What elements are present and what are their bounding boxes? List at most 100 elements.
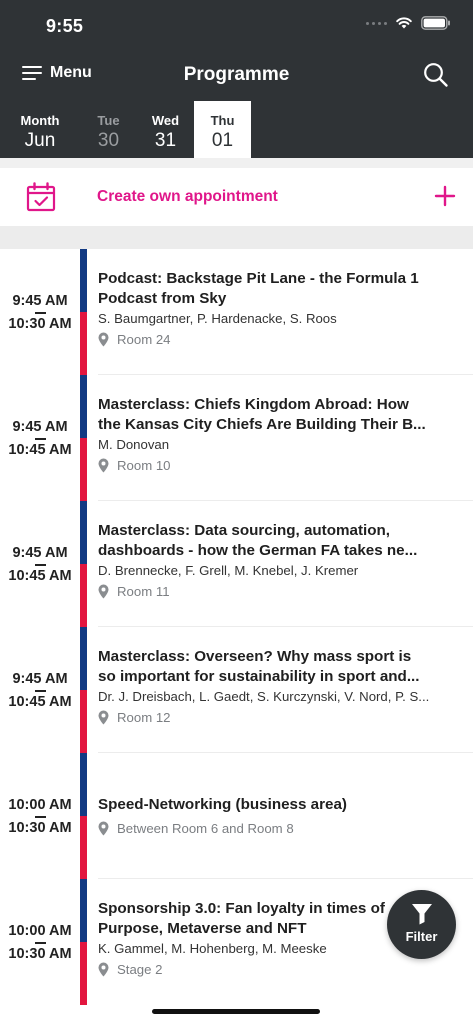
- time-separator: [34, 437, 46, 440]
- session-room: Between Room 6 and Room 8: [98, 821, 461, 836]
- start-time: 9:45 AM: [12, 292, 68, 309]
- room-label: Room 12: [117, 710, 171, 725]
- session-title: Podcast: Backstage Pit Lane - the Formul…: [98, 270, 419, 287]
- date-tabs: Month Jun Tue 30 Wed 31 Thu 01: [0, 101, 251, 158]
- session-color-bar: [80, 501, 87, 627]
- session-time: 10:00 AM 10:30 AM: [0, 753, 80, 879]
- session-color-bar: [80, 375, 87, 501]
- session-title: Masterclass: Chiefs Kingdom Abroad: How: [98, 396, 409, 413]
- tab-tue-date: 30: [97, 130, 120, 151]
- session-color-bar: [80, 753, 87, 879]
- tab-thu-date: 01: [211, 130, 234, 151]
- session-color-bar: [80, 249, 87, 375]
- session-room: Stage 2: [98, 962, 461, 977]
- divider-band: [0, 158, 473, 168]
- session-item[interactable]: 9:45 AM 10:45 AM Masterclass: Overseen? …: [0, 627, 473, 753]
- tab-month[interactable]: Month Jun: [0, 101, 80, 158]
- room-label: Room 24: [117, 332, 171, 347]
- wifi-icon: [396, 17, 412, 29]
- time-separator: [34, 815, 46, 818]
- tab-thu-day: Thu: [210, 113, 235, 128]
- start-time: 10:00 AM: [8, 922, 72, 939]
- funnel-icon: [411, 904, 432, 925]
- start-time: 9:45 AM: [12, 418, 68, 435]
- time-separator: [34, 689, 46, 692]
- room-label: Between Room 6 and Room 8: [117, 820, 294, 836]
- session-speakers: D. Brennecke, F. Grell, M. Knebel, J. Kr…: [98, 563, 359, 578]
- signal-icon: [366, 21, 387, 25]
- location-pin-icon: [98, 458, 109, 473]
- time-separator: [34, 941, 46, 944]
- session-speakers: M. Donovan: [98, 437, 170, 452]
- session-time: 9:45 AM 10:45 AM: [0, 627, 80, 753]
- status-icons: [366, 16, 451, 30]
- end-time: 10:30 AM: [8, 315, 72, 332]
- tab-month-label: Month: [20, 113, 60, 128]
- status-time: 9:55: [46, 16, 84, 36]
- tab-wed[interactable]: Wed 31: [137, 101, 194, 158]
- time-separator: [34, 311, 46, 314]
- session-title: Speed-Networking (business area): [98, 796, 347, 813]
- session-time: 10:00 AM 10:30 AM: [0, 879, 80, 1005]
- end-time: 10:30 AM: [8, 945, 72, 962]
- filter-label: Filter: [405, 929, 438, 944]
- session-room: Room 12: [98, 710, 461, 725]
- tab-wed-day: Wed: [151, 113, 180, 128]
- session-speakers: Dr. J. Dreisbach, L. Gaedt, S. Kurczynsk…: [98, 689, 430, 704]
- session-time: 9:45 AM 10:45 AM: [0, 501, 80, 627]
- session-speakers: S. Baumgartner, P. Hardenacke, S. Roos: [98, 311, 337, 326]
- room-label: Room 10: [117, 458, 171, 473]
- search-button[interactable]: [423, 62, 449, 93]
- start-time: 10:00 AM: [8, 796, 72, 813]
- navigation-bar: Menu Programme: [0, 58, 473, 94]
- session-room: Room 11: [98, 584, 461, 599]
- session-item[interactable]: 9:45 AM 10:30 AM Podcast: Backstage Pit …: [0, 249, 473, 375]
- start-time: 9:45 AM: [12, 670, 68, 687]
- battery-icon: [421, 16, 450, 30]
- session-title-line2: the Kansas City Chiefs Are Building Thei…: [98, 415, 426, 433]
- create-appointment-label: Create own appointment: [97, 188, 278, 205]
- session-title: Masterclass: Overseen? Why mass sport is: [98, 648, 412, 665]
- search-icon: [424, 63, 448, 87]
- end-time: 10:45 AM: [8, 441, 72, 458]
- filter-button[interactable]: Filter: [387, 890, 456, 959]
- session-time: 9:45 AM 10:30 AM: [0, 249, 80, 375]
- session-time: 9:45 AM 10:45 AM: [0, 375, 80, 501]
- end-time: 10:45 AM: [8, 567, 72, 584]
- home-indicator: [152, 1009, 320, 1014]
- session-title-line2: Podcast from Sky: [98, 289, 227, 307]
- session-color-bar: [80, 879, 87, 1005]
- session-title-line2: dashboards - how the German FA takes ne.…: [98, 541, 418, 559]
- tab-tue[interactable]: Tue 30: [80, 101, 137, 158]
- room-label: Stage 2: [117, 962, 163, 977]
- end-time: 10:45 AM: [8, 693, 72, 710]
- time-separator: [34, 563, 46, 566]
- session-item[interactable]: 9:45 AM 10:45 AM Masterclass: Chiefs Kin…: [0, 375, 473, 501]
- create-appointment-button[interactable]: Create own appointment: [0, 168, 473, 226]
- room-label: Room 11: [117, 584, 170, 599]
- session-room: Room 24: [98, 332, 461, 347]
- plus-icon[interactable]: [433, 184, 457, 208]
- session-title-line2: so important for sustainability in sport…: [98, 667, 420, 685]
- session-item[interactable]: 9:45 AM 10:45 AM Masterclass: Data sourc…: [0, 501, 473, 627]
- tab-wed-date: 31: [154, 130, 177, 151]
- tab-thu[interactable]: Thu 01: [194, 101, 251, 158]
- session-item[interactable]: 10:00 AM 10:30 AM Speed-Networking (busi…: [0, 753, 473, 879]
- location-pin-icon: [98, 821, 109, 835]
- start-time: 9:45 AM: [12, 544, 68, 561]
- session-color-bar: [80, 627, 87, 753]
- location-pin-icon: [98, 962, 109, 977]
- tab-month-value: Jun: [24, 130, 56, 151]
- location-pin-icon: [98, 332, 109, 347]
- session-room: Room 10: [98, 458, 461, 473]
- session-list: 9:45 AM 10:30 AM Podcast: Backstage Pit …: [0, 249, 473, 1005]
- session-title: Masterclass: Data sourcing, automation,: [98, 522, 391, 539]
- calendar-check-icon: [26, 182, 56, 212]
- tab-tue-day: Tue: [97, 113, 120, 128]
- page-title: Programme: [183, 64, 290, 85]
- end-time: 10:30 AM: [8, 819, 72, 836]
- location-pin-icon: [98, 710, 109, 725]
- location-pin-icon: [98, 584, 109, 599]
- divider-band: [0, 226, 473, 249]
- top-bar: 9:55 Menu Programme Month Jun Tue 30 Wed…: [0, 0, 473, 158]
